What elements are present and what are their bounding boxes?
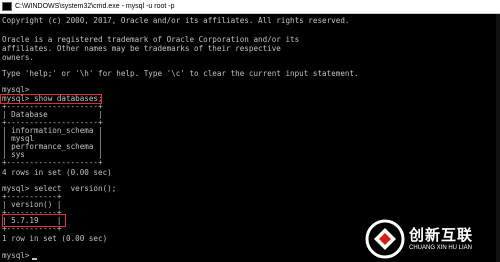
logo-english-name: CHUANG XIN HU LIAN [409,244,473,251]
trademark-line: affiliates. Other names may be trademark… [2,44,281,53]
result-summary: 4 rows in set (0.00 sec) [2,168,112,177]
logo-mark-icon [365,219,405,259]
text-cursor [32,258,37,260]
trademark-line: Oracle is a registered trademark of Orac… [2,35,300,44]
logo-chinese-name: 创新互联 [409,225,474,244]
window-title: C:\WINDOWS\system32\cmd.exe - mysql -u r… [15,3,175,10]
version-highlight [2,214,66,227]
copyright-line: Copyright (c) 2000, 2017, Oracle and/or … [2,16,350,25]
cmd-icon [2,2,12,11]
help-line: Type 'help;' or '\h' for help. Type '\c'… [2,69,359,78]
title-bar: C:\WINDOWS\system32\cmd.exe - mysql -u r… [0,0,500,14]
result-summary: 1 row in set (0.00 sec) [2,234,108,243]
mysql-prompt: mysql> [2,251,30,260]
watermark-logo: 创新互联 CHUANG XIN HU LIAN [365,216,500,262]
table-border: +--------------------+ [2,158,103,167]
mysql-prompt: mysql> [2,85,30,94]
trademark-line: owners. [2,53,35,62]
show-databases-highlight [0,94,102,104]
